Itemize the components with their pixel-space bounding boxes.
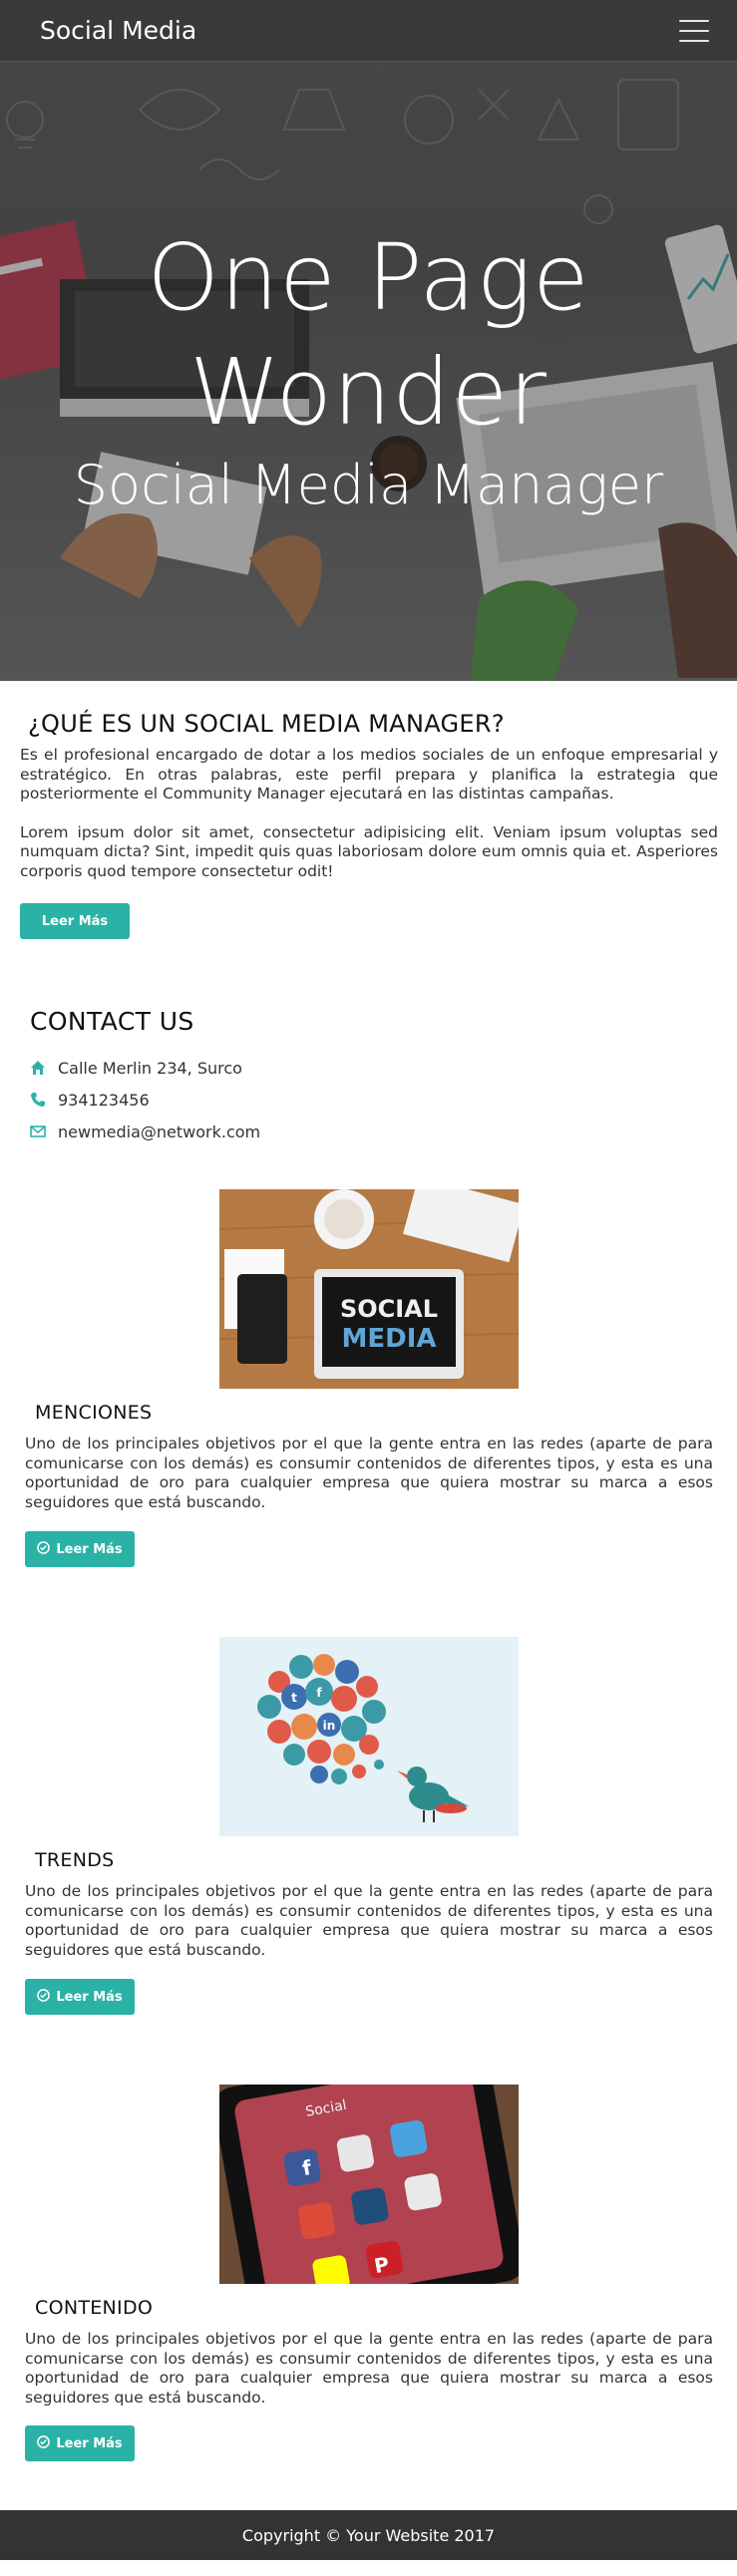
svg-text:MEDIA: MEDIA xyxy=(341,1324,436,1354)
about-paragraph-1: Es el profesional encargado de dotar a l… xyxy=(20,746,718,803)
menciones-text: Uno de los principales objetivos por el … xyxy=(25,1435,713,1511)
menciones-image: SOCIAL MEDIA xyxy=(219,1189,519,1389)
menciones-read-more-button[interactable]: Leer Más xyxy=(25,1531,135,1567)
contact-section: CONTACT US Calle Merlin 234, Surco 93412… xyxy=(30,1007,708,1147)
svg-text:t: t xyxy=(291,1691,297,1705)
svg-text:in: in xyxy=(323,1719,336,1733)
hero-subtitle: Social Media Manager xyxy=(73,454,664,516)
hamburger-menu-icon[interactable] xyxy=(679,19,709,42)
contenido-image: Social f P xyxy=(219,2085,519,2284)
trends-read-more-label: Leer Más xyxy=(56,1989,123,2005)
contenido-text: Uno de los principales objetivos por el … xyxy=(25,2330,713,2407)
contact-email-row: newmedia@network.com xyxy=(30,1116,708,1147)
trends-image: f t in xyxy=(219,1637,519,1836)
check-circle-icon xyxy=(37,1988,51,2006)
navbar: Social Media xyxy=(0,0,737,62)
check-circle-icon xyxy=(37,1540,51,1558)
contact-phone: 934123456 xyxy=(58,1090,150,1110)
navbar-brand[interactable]: Social Media xyxy=(40,16,196,45)
svg-text:SOCIAL: SOCIAL xyxy=(340,1295,438,1323)
check-circle-icon xyxy=(37,2434,51,2452)
about-heading: ¿QUÉ ES UN SOCIAL MEDIA MANAGER? xyxy=(28,710,505,738)
about-read-more-label: Leer Más xyxy=(41,913,109,929)
menciones-title: MENCIONES xyxy=(35,1402,153,1424)
contact-email[interactable]: newmedia@network.com xyxy=(58,1123,260,1141)
envelope-icon xyxy=(30,1124,46,1139)
contenido-read-more-button[interactable]: Leer Más xyxy=(25,2425,135,2461)
trends-title: TRENDS xyxy=(35,1849,115,1871)
about-paragraph-2: Lorem ipsum dolor sit amet, consectetur … xyxy=(20,822,718,880)
contact-address: Calle Merlin 234, Surco xyxy=(58,1058,242,1078)
contact-phone-row: 934123456 xyxy=(30,1084,708,1116)
footer: Copyright © Your Website 2017 xyxy=(0,2510,737,2560)
phone-icon xyxy=(30,1092,46,1108)
contact-heading: CONTACT US xyxy=(30,1007,194,1036)
trends-text: Uno de los principales objetivos por el … xyxy=(25,1882,713,1959)
svg-text:f: f xyxy=(316,1686,322,1700)
about-section: ¿QUÉ ES UN SOCIAL MEDIA MANAGER? Es el p… xyxy=(20,710,718,881)
hero-title-line1: One Page xyxy=(147,224,590,331)
trends-read-more-button[interactable]: Leer Más xyxy=(25,1979,135,2015)
hero-title-line2: Wonder xyxy=(189,339,548,446)
contenido-read-more-label: Leer Más xyxy=(56,2435,123,2451)
home-icon xyxy=(30,1060,46,1076)
menciones-read-more-label: Leer Más xyxy=(56,1541,123,1557)
contact-address-row: Calle Merlin 234, Surco xyxy=(30,1052,708,1084)
about-read-more-button[interactable]: Leer Más xyxy=(20,903,130,939)
footer-copyright: Copyright © Your Website 2017 xyxy=(241,2525,496,2545)
contenido-title: CONTENIDO xyxy=(35,2297,154,2319)
hero-section: One Page Wonder Social Media Manager xyxy=(0,0,737,681)
